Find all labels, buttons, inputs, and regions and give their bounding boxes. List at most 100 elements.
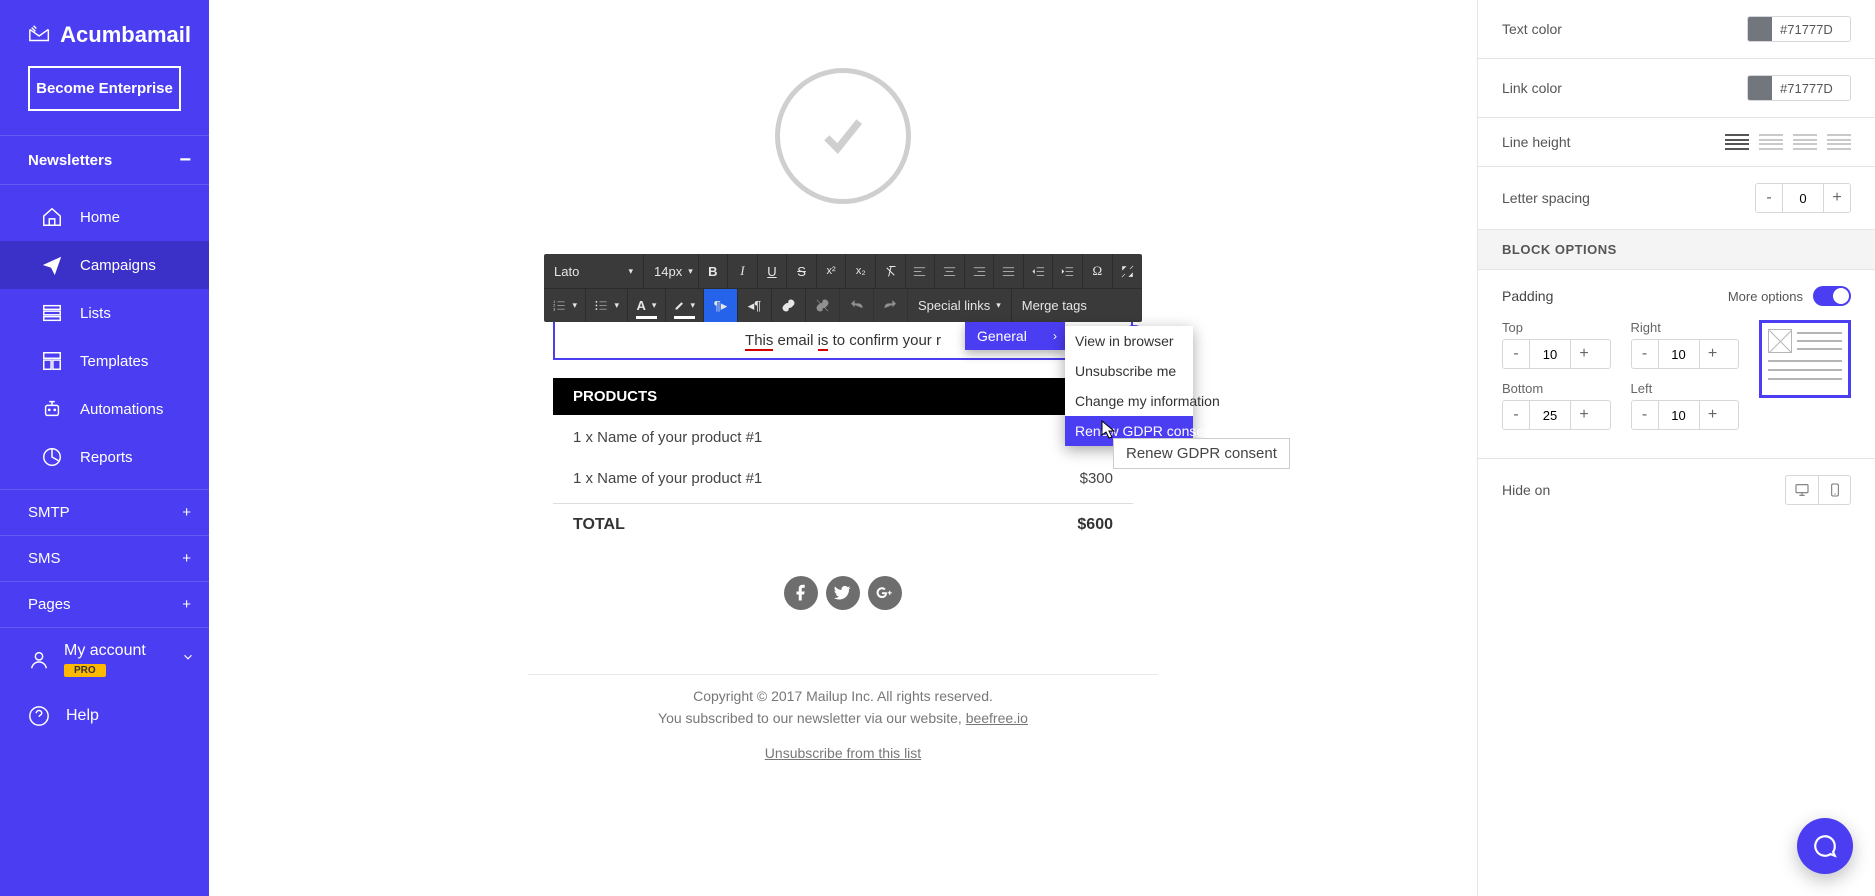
align-left-button[interactable]	[906, 254, 936, 288]
menu-item-unsubscribe[interactable]: Unsubscribe me	[1065, 356, 1193, 386]
chevron-down-icon	[181, 650, 195, 669]
highlight-color-button[interactable]: ▾	[666, 289, 704, 322]
text-color-button[interactable]: A▾	[628, 289, 666, 322]
ordered-list-button[interactable]: 123▾	[544, 289, 586, 322]
hide-on-mobile[interactable]	[1818, 476, 1850, 504]
clear-format-button[interactable]	[876, 254, 906, 288]
stepper-decrement[interactable]: -	[1756, 184, 1782, 212]
email-preview	[528, 0, 1158, 254]
sidebar-item-label: Campaigns	[80, 257, 156, 274]
rtl-button[interactable]: ◂¶	[738, 289, 772, 322]
special-links-submenu: View in browser Unsubscribe me Change my…	[1065, 326, 1193, 446]
footer-unsubscribe-link[interactable]: Unsubscribe from this list	[528, 742, 1158, 764]
collapse-icon: −	[179, 150, 191, 170]
sidebar-item-label: Templates	[80, 353, 148, 370]
sidebar-item-reports[interactable]: Reports	[0, 433, 209, 481]
footer-website-link[interactable]: beefree.io	[966, 710, 1028, 726]
lists-icon	[40, 301, 64, 325]
superscript-button[interactable]: x²	[817, 254, 847, 288]
align-justify-button[interactable]	[994, 254, 1024, 288]
font-size-select[interactable]: 14px▾	[644, 254, 699, 288]
help-icon	[28, 705, 50, 727]
color-swatch[interactable]	[1748, 76, 1772, 100]
merge-tags-dropdown[interactable]: Merge tags	[1012, 289, 1097, 322]
underline-button[interactable]: U	[758, 254, 788, 288]
text-color-input[interactable]	[1747, 16, 1851, 42]
padding-top-value[interactable]	[1529, 340, 1571, 368]
help-fab[interactable]	[1797, 818, 1853, 874]
table-row: 1 x Name of your product #1 $300	[553, 415, 1133, 456]
line-height-loose[interactable]	[1793, 134, 1817, 150]
font-family-select[interactable]: Lato▾	[544, 254, 644, 288]
stepper-decrement[interactable]: -	[1632, 401, 1658, 429]
tooltip: Renew GDPR consent	[1113, 438, 1290, 469]
stepper-increment[interactable]: +	[1571, 340, 1597, 368]
sidebar-account[interactable]: My account PRO	[0, 627, 209, 691]
strike-button[interactable]: S	[787, 254, 817, 288]
italic-button[interactable]: I	[728, 254, 758, 288]
indent-button[interactable]	[1053, 254, 1083, 288]
line-height-xloose[interactable]	[1827, 134, 1851, 150]
sidebar-item-home[interactable]: Home	[0, 193, 209, 241]
brand-name: Acumbamail	[60, 22, 191, 48]
stepper-decrement[interactable]: -	[1503, 401, 1529, 429]
special-links-menu-general[interactable]: General ›	[965, 322, 1065, 350]
google-plus-icon[interactable]	[868, 576, 902, 610]
facebook-icon[interactable]	[784, 576, 818, 610]
hide-on-desktop[interactable]	[1786, 476, 1818, 504]
align-right-button[interactable]	[965, 254, 995, 288]
link-button[interactable]	[772, 289, 806, 322]
letter-spacing-stepper: - +	[1755, 183, 1851, 213]
letter-spacing-value[interactable]	[1782, 184, 1824, 212]
sidebar-section-smtp[interactable]: SMTP +	[0, 489, 209, 535]
sidebar-item-automations[interactable]: Automations	[0, 385, 209, 433]
sidebar-section-newsletters[interactable]: Newsletters −	[0, 135, 209, 185]
special-links-dropdown[interactable]: Special links▾	[908, 289, 1012, 322]
twitter-icon[interactable]	[826, 576, 860, 610]
stepper-decrement[interactable]: -	[1503, 340, 1529, 368]
sidebar-help[interactable]: Help	[0, 691, 209, 741]
ltr-button[interactable]: ¶▸	[704, 289, 738, 322]
link-color-input[interactable]	[1747, 75, 1851, 101]
stepper-increment[interactable]: +	[1824, 184, 1850, 212]
link-color-value[interactable]	[1772, 76, 1850, 100]
outdent-button[interactable]	[1024, 254, 1054, 288]
menu-item-change-info[interactable]: Change my information	[1065, 386, 1193, 416]
padding-right-value[interactable]	[1658, 340, 1700, 368]
padding-bottom-value[interactable]	[1529, 401, 1571, 429]
fullscreen-button[interactable]	[1113, 254, 1142, 288]
brand[interactable]: Acumbamail	[0, 0, 209, 66]
undo-button[interactable]	[840, 289, 874, 322]
sidebar-item-lists[interactable]: Lists	[0, 289, 209, 337]
color-swatch[interactable]	[1748, 17, 1772, 41]
padding-preview	[1759, 320, 1851, 398]
sidebar-section-sms[interactable]: SMS +	[0, 535, 209, 581]
bold-button[interactable]: B	[699, 254, 729, 288]
stepper-increment[interactable]: +	[1700, 340, 1726, 368]
plus-icon: +	[182, 596, 191, 613]
redo-button[interactable]	[874, 289, 908, 322]
padding-left-value[interactable]	[1658, 401, 1700, 429]
text-content: This email is to confirm your r	[745, 332, 941, 349]
pro-badge: PRO	[64, 664, 106, 677]
stepper-increment[interactable]: +	[1700, 401, 1726, 429]
line-height-tight[interactable]	[1725, 134, 1749, 150]
menu-item-view-in-browser[interactable]: View in browser	[1065, 326, 1193, 356]
special-char-button[interactable]: Ω	[1083, 254, 1113, 288]
line-height-normal[interactable]	[1759, 134, 1783, 150]
subscript-button[interactable]: x₂	[846, 254, 876, 288]
sidebar-section-pages[interactable]: Pages +	[0, 581, 209, 627]
sidebar-item-label: Lists	[80, 305, 111, 322]
more-options-toggle[interactable]	[1813, 286, 1851, 306]
sidebar-item-templates[interactable]: Templates	[0, 337, 209, 385]
sidebar-item-campaigns[interactable]: Campaigns	[0, 241, 209, 289]
text-color-value[interactable]	[1772, 17, 1850, 41]
stepper-increment[interactable]: +	[1571, 401, 1597, 429]
become-enterprise-button[interactable]: Become Enterprise	[28, 66, 181, 111]
unlink-button[interactable]	[806, 289, 840, 322]
prop-line-height: Line height	[1478, 118, 1875, 167]
align-center-button[interactable]	[935, 254, 965, 288]
products-table: PRODUCTS PRICE 1 x Name of your product …	[553, 378, 1133, 610]
stepper-decrement[interactable]: -	[1632, 340, 1658, 368]
unordered-list-button[interactable]: ▾	[586, 289, 628, 322]
